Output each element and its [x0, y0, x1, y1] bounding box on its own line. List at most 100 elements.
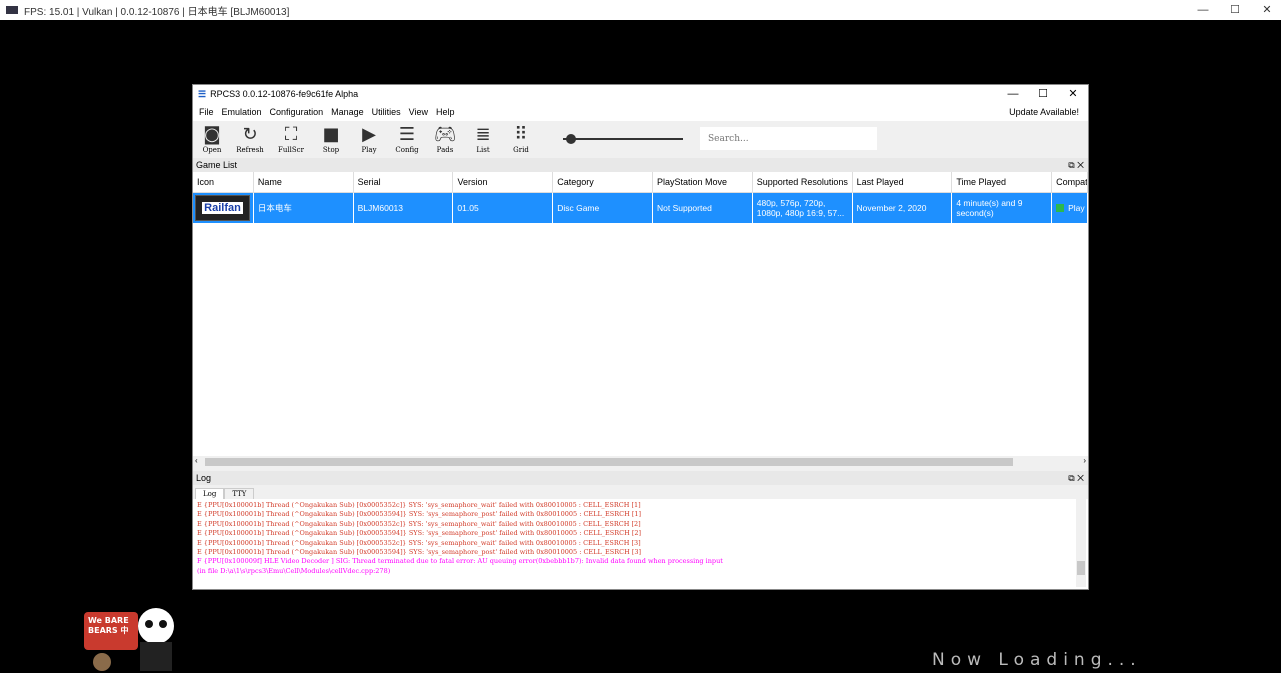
- col-time-played[interactable]: Time Played: [952, 172, 1053, 193]
- cell-time-played: 4 minute(s) and 9 second(s): [952, 193, 1053, 223]
- loading-text: Now Loading...: [932, 650, 1142, 670]
- icon-size-slider[interactable]: [563, 134, 683, 144]
- col-move[interactable]: PlayStation Move: [653, 172, 753, 193]
- vertical-scrollbar[interactable]: [1076, 499, 1086, 587]
- col-resolutions[interactable]: Supported Resolutions: [752, 172, 853, 193]
- update-available-link[interactable]: Update Available!: [1009, 107, 1079, 117]
- refresh-icon: ↻: [242, 124, 258, 145]
- sticker-text: We BARE BEARS 中: [88, 616, 129, 635]
- window-title-bar: ☰ RPCS3 0.0.12-10876-fe9c61fe Alpha — ☐ …: [193, 85, 1088, 103]
- close-button[interactable]: ✕: [1249, 0, 1281, 20]
- outer-title: FPS: 15.01 | Vulkan | 0.0.12-10876 | 日本电…: [24, 6, 290, 18]
- maximize-button[interactable]: ☐: [1028, 85, 1058, 103]
- fullscreen-icon: ⛶: [284, 124, 298, 145]
- log-line: E {PPU[0x100001b] Thread (^Ongakukan Sub…: [197, 510, 642, 519]
- app-icon: [6, 6, 18, 14]
- col-compat[interactable]: Compat: [1052, 172, 1088, 193]
- log-title: Log: [196, 473, 212, 483]
- menu-file[interactable]: File: [199, 107, 214, 117]
- fullscreen-label: FullScr: [278, 146, 304, 154]
- config-button[interactable]: ☰ Config: [390, 124, 424, 154]
- menu-view[interactable]: View: [409, 107, 428, 117]
- grid-view-button[interactable]: ⠿ Grid: [504, 124, 538, 154]
- log-line: E {PPU[0x100001b] Thread (^Ongakukan Sub…: [197, 547, 642, 556]
- window-title: RPCS3 0.0.12-10876-fe9c61fe Alpha: [210, 89, 359, 99]
- dock-float-close-icons[interactable]: ⧉ ✕: [1068, 160, 1084, 171]
- rpcs3-logo-icon: ☰: [198, 88, 207, 99]
- play-button[interactable]: ▶ Play: [352, 124, 386, 154]
- menu-help[interactable]: Help: [436, 107, 455, 117]
- col-serial[interactable]: Serial: [353, 172, 454, 193]
- cell-category: Disc Game: [553, 193, 653, 223]
- game-list-header: Game List ⧉ ✕: [193, 158, 1088, 172]
- col-icon[interactable]: Icon: [193, 172, 254, 193]
- search-input[interactable]: [700, 127, 877, 150]
- slider-handle[interactable]: [566, 134, 576, 144]
- outer-title-bar: FPS: 15.01 | Vulkan | 0.0.12-10876 | 日本电…: [0, 0, 1281, 20]
- play-icon: ▶: [362, 124, 376, 145]
- cell-last-played: November 2, 2020: [852, 193, 953, 223]
- minimize-button[interactable]: —: [1185, 0, 1221, 20]
- pads-label: Pads: [436, 146, 454, 154]
- log-output[interactable]: E {PPU[0x100001b] Thread (^Ongakukan Sub…: [193, 499, 1088, 587]
- cell-move: Not Supported: [652, 193, 753, 223]
- scroll-thumb[interactable]: [1077, 561, 1085, 575]
- sticker-art: [84, 608, 174, 671]
- open-button[interactable]: ◙ Open: [195, 124, 229, 154]
- fullscreen-button[interactable]: ⛶ FullScr: [274, 124, 308, 154]
- rpcs3-window: ☰ RPCS3 0.0.12-10876-fe9c61fe Alpha — ☐ …: [192, 84, 1089, 590]
- cell-resolutions: 480p, 576p, 720p, 1080p, 480p 16:9, 57..…: [752, 193, 853, 223]
- config-label: Config: [395, 146, 419, 154]
- grid-icon: ⠿: [514, 124, 528, 145]
- tab-tty[interactable]: TTY: [224, 488, 255, 499]
- game-list-title: Game List: [196, 160, 238, 170]
- close-button[interactable]: ✕: [1058, 85, 1088, 103]
- log-line: E {PPU[0x100001b] Thread (^Ongakukan Sub…: [197, 501, 641, 509]
- compat-label: Play: [1068, 203, 1085, 213]
- list-label: List: [476, 146, 490, 154]
- cell-version: 01.05: [453, 193, 554, 223]
- game-icon-logo: Railfan: [202, 202, 243, 214]
- col-last-played[interactable]: Last Played: [852, 172, 953, 193]
- cell-serial: BLJM60013: [353, 193, 454, 223]
- game-table: Icon Name Serial Version Category PlaySt…: [193, 172, 1088, 456]
- grid-label: Grid: [513, 146, 529, 154]
- dock-float-close-icons[interactable]: ⧉ ✕: [1068, 473, 1084, 484]
- horizontal-scrollbar[interactable]: ‹ ›: [193, 456, 1088, 468]
- maximize-button[interactable]: ☐: [1217, 0, 1253, 20]
- refresh-button[interactable]: ↻ Refresh: [233, 124, 267, 154]
- toolbar: ◙ Open ↻ Refresh ⛶ FullScr ■ Stop ▶ Play ☰ Con…: [193, 121, 1088, 158]
- scroll-thumb[interactable]: [205, 458, 1013, 466]
- menu-bar: File Emulation Configuration Manage Util…: [193, 103, 1088, 121]
- minimize-button[interactable]: —: [998, 85, 1028, 103]
- stop-icon: ■: [322, 124, 340, 145]
- pads-button[interactable]: 🎮︎ Pads: [428, 124, 462, 154]
- config-icon: ☰: [398, 124, 416, 145]
- log-header: Log ⧉ ✕: [193, 471, 1088, 485]
- col-version[interactable]: Version: [453, 172, 554, 193]
- menu-utilities[interactable]: Utilities: [372, 107, 401, 117]
- col-category[interactable]: Category: [553, 172, 653, 193]
- list-view-button[interactable]: ≣ List: [466, 124, 500, 154]
- menu-emulation[interactable]: Emulation: [222, 107, 262, 117]
- log-line: (in file D:\a\1\s\rpcs3\Emu\Cell\Modules…: [197, 566, 391, 575]
- col-name[interactable]: Name: [253, 172, 354, 193]
- compat-status-icon: [1056, 204, 1065, 212]
- log-tabs: Log TTY: [193, 485, 1088, 499]
- cell-name: 日本电车: [253, 193, 354, 223]
- play-label: Play: [361, 146, 377, 154]
- stop-button[interactable]: ■ Stop: [314, 124, 348, 154]
- table-header: Icon Name Serial Version Category PlaySt…: [193, 172, 1088, 193]
- gamepad-icon: 🎮︎: [433, 124, 457, 145]
- open-label: Open: [202, 146, 222, 154]
- log-line: F {PPU[0x100009f] HLE Video Decoder ] SI…: [197, 557, 723, 566]
- log-line: E {PPU[0x100001b] Thread (^Ongakukan Sub…: [197, 529, 642, 538]
- log-line: E {PPU[0x100001b] Thread (^Ongakukan Sub…: [197, 538, 641, 547]
- menu-configuration[interactable]: Configuration: [270, 107, 324, 117]
- tab-log[interactable]: Log: [195, 488, 225, 499]
- log-line: E {PPU[0x100001b] Thread (^Ongakukan Sub…: [197, 519, 641, 528]
- table-row[interactable]: Railfan 日本电车 BLJM60013 01.05 Disc Game N…: [193, 193, 1088, 223]
- folder-icon: ◙: [203, 124, 221, 145]
- menu-manage[interactable]: Manage: [331, 107, 364, 117]
- bare-bears-sticker: We BARE BEARS 中: [78, 604, 178, 671]
